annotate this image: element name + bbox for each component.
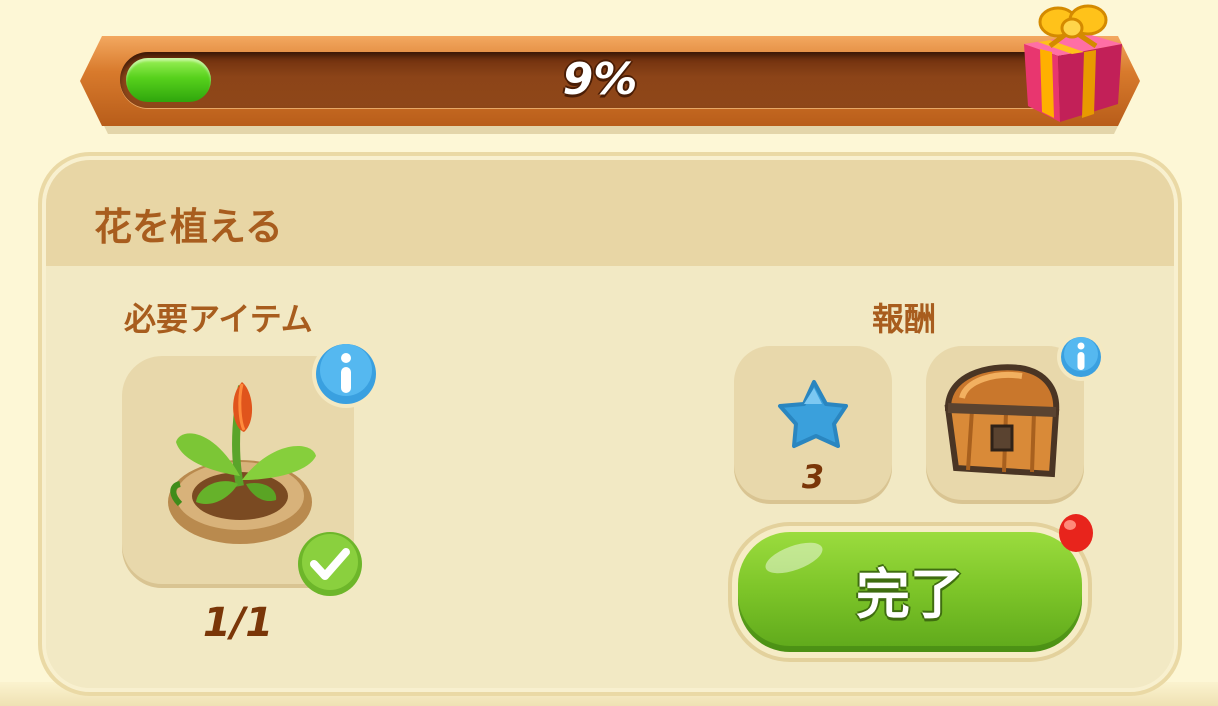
gift-box-icon[interactable] xyxy=(1010,0,1130,126)
rewards-label: 報酬 xyxy=(872,300,937,338)
completed-check-icon xyxy=(298,532,362,596)
reward-chest-info-icon[interactable] xyxy=(1056,332,1106,382)
complete-button[interactable]: 完了 xyxy=(732,526,1088,658)
complete-button-label: 完了 xyxy=(856,562,964,626)
task-title: 花を植える xyxy=(94,205,283,249)
progress-bar-track: 9% xyxy=(120,52,1080,108)
required-items-label: 必要アイテム xyxy=(124,300,313,338)
task-panel-header: 花を植える xyxy=(46,160,1174,266)
required-item-info-icon[interactable] xyxy=(310,338,382,410)
task-panel: 花を植える 必要アイテム 報酬 1/1 3 完了 xyxy=(46,160,1174,688)
required-item-count: 1/1 xyxy=(202,600,274,646)
progress-percent-label: 9% xyxy=(562,54,638,105)
reward-star-amount: 3 xyxy=(801,458,825,496)
reward-slot-star[interactable]: 3 xyxy=(734,346,892,504)
complete-button-face: 完了 xyxy=(738,532,1082,652)
notification-dot-icon xyxy=(1059,514,1093,552)
